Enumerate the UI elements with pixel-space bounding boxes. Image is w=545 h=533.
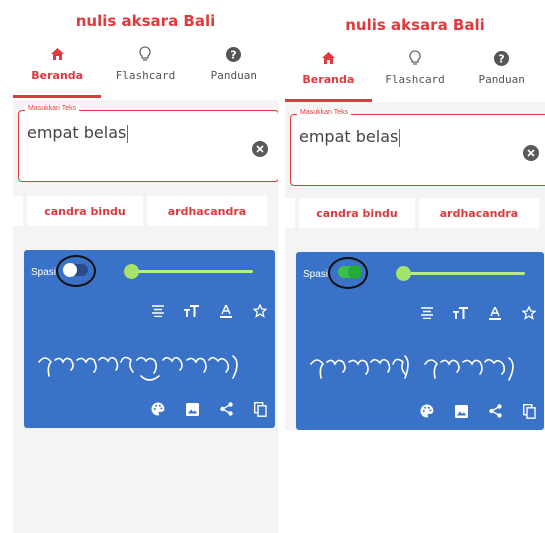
suggestion-chips: candra bindu ardhacandra [285, 198, 545, 228]
text-caret [127, 124, 129, 143]
share-toolbar [418, 402, 538, 420]
font-color-icon[interactable] [217, 302, 235, 320]
share-icon[interactable] [486, 402, 504, 420]
script-output-card: Spasi [296, 252, 544, 430]
align-center-icon[interactable] [149, 302, 167, 320]
chip-ardhacandra[interactable]: ardhacandra [419, 198, 539, 228]
highlight-circle [328, 257, 368, 289]
tab-label: Panduan [478, 73, 525, 86]
clear-icon[interactable] [252, 141, 268, 157]
image-icon[interactable] [452, 402, 470, 420]
tab-label: Flashcard [385, 73, 445, 86]
tab-flashcard[interactable]: Flashcard [101, 44, 189, 98]
size-slider[interactable] [124, 264, 253, 279]
tab-beranda[interactable]: Beranda [285, 48, 372, 102]
script-output-card: Spasi [24, 250, 275, 428]
text-size-icon[interactable] [183, 302, 201, 320]
tab-beranda[interactable]: Beranda [13, 44, 102, 98]
balinese-script-output [310, 355, 514, 381]
lightbulb-icon [407, 50, 423, 66]
chip-candra-bindu[interactable]: candra bindu [27, 196, 143, 226]
image-icon[interactable] [183, 400, 201, 418]
text-caret [399, 128, 401, 147]
lightbulb-icon [137, 46, 153, 62]
chip-partial[interactable] [13, 196, 23, 226]
size-slider[interactable] [396, 266, 525, 281]
share-toolbar [149, 400, 269, 418]
highlight-circle [56, 255, 96, 287]
app-title: nulis aksara Bali [75, 12, 216, 30]
palette-icon[interactable] [149, 400, 167, 418]
help-icon: ? [494, 50, 510, 66]
home-icon [49, 46, 65, 62]
spasi-label: Spasi [303, 269, 329, 280]
chip-ardhacandra[interactable]: ardhacandra [147, 196, 267, 226]
copy-icon[interactable] [251, 400, 269, 418]
input-value: empat belas [299, 127, 401, 147]
star-icon[interactable] [251, 302, 269, 320]
home-icon [320, 50, 336, 66]
spasi-label: Spasi [31, 267, 57, 278]
align-center-icon[interactable] [418, 304, 436, 322]
tab-label: Panduan [210, 69, 257, 82]
svg-text:?: ? [231, 48, 237, 61]
clear-icon[interactable] [523, 145, 539, 161]
screenshot-after: nulis aksara Bali Beranda Flashcard ? Pa… [285, 0, 545, 430]
copy-icon[interactable] [520, 402, 538, 420]
screenshot-before: nulis aksara Bali Beranda Flashcard ? Pa… [13, 0, 278, 533]
chip-partial[interactable] [285, 198, 295, 228]
palette-icon[interactable] [418, 402, 436, 420]
slider-thumb[interactable] [124, 264, 139, 279]
input-legend: Masukkan Teks [25, 105, 80, 112]
text-input-field[interactable]: Masukkan Teks empat belas [290, 109, 545, 186]
share-icon[interactable] [217, 400, 235, 418]
svg-text:?: ? [498, 52, 504, 65]
tab-bar: Beranda Flashcard ? Panduan [285, 48, 545, 102]
input-legend: Masukkan Teks [297, 109, 352, 116]
text-size-icon[interactable] [452, 304, 470, 322]
slider-thumb[interactable] [396, 266, 411, 281]
tab-label: Flashcard [115, 69, 176, 82]
chip-candra-bindu[interactable]: candra bindu [299, 198, 415, 228]
tab-panduan[interactable]: ? Panduan [458, 48, 545, 102]
format-toolbar [418, 304, 538, 322]
star-icon[interactable] [520, 304, 538, 322]
input-value: empat belas [27, 123, 129, 143]
app-title: nulis aksara Bali [345, 16, 485, 34]
format-toolbar [149, 302, 269, 320]
tab-label: Beranda [31, 69, 84, 82]
tab-flashcard[interactable]: Flashcard [372, 48, 459, 102]
font-color-icon[interactable] [486, 304, 504, 322]
suggestion-chips: candra bindu ardhacandra [13, 196, 278, 226]
help-icon: ? [226, 46, 242, 62]
tab-bar: Beranda Flashcard ? Panduan [13, 44, 278, 98]
tab-label: Beranda [302, 73, 355, 86]
text-input-field[interactable]: Masukkan Teks empat belas [18, 105, 278, 182]
balinese-script-output [38, 355, 238, 381]
tab-panduan[interactable]: ? Panduan [190, 44, 278, 98]
